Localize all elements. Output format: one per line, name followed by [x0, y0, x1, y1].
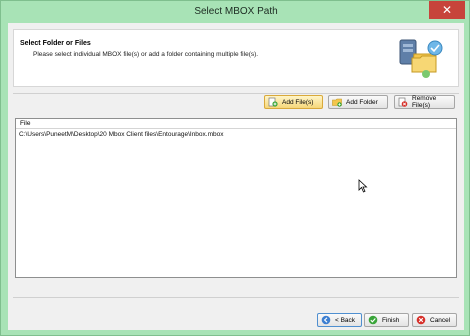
cancel-label: Cancel [430, 316, 451, 324]
back-button[interactable]: < Back [317, 313, 362, 327]
add-files-button[interactable]: Add File(s) [264, 95, 323, 109]
file-list[interactable]: File C:\Users\PuneetM\Desktop\20 Mbox Cl… [15, 118, 457, 278]
file-list-header: File [16, 119, 456, 129]
file-path: C:\Users\PuneetM\Desktop\20 Mbox Client … [19, 131, 224, 138]
column-header-file[interactable]: File [20, 120, 30, 127]
header-panel: Select Folder or Files Please select ind… [13, 29, 459, 87]
close-icon: ✕ [441, 3, 453, 17]
remove-files-button[interactable]: Remove File(s) [394, 95, 455, 109]
finish-label: Finish [382, 316, 400, 324]
add-folder-button[interactable]: Add Folder [328, 95, 388, 109]
cancel-button[interactable]: Cancel [412, 313, 457, 327]
add-file-icon [268, 97, 278, 107]
close-button[interactable]: ✕ [429, 1, 465, 19]
remove-file-icon [398, 97, 408, 107]
back-label: < Back [335, 316, 356, 324]
footer-divider [13, 297, 459, 298]
dialog-client-area: Select Folder or Files Please select ind… [8, 23, 464, 330]
header-title: Select Folder or Files [20, 40, 91, 47]
dialog-window: Select MBOX Path ✕ Select Folder or File… [0, 0, 470, 336]
add-files-label: Add File(s) [282, 98, 314, 106]
back-arrow-icon [321, 315, 331, 325]
checkmark-icon [368, 315, 378, 325]
window-title: Select MBOX Path [194, 6, 278, 17]
add-folder-icon [332, 98, 342, 107]
header-divider [13, 93, 459, 94]
remove-files-label: Remove File(s) [412, 95, 437, 109]
folder-files-icon [399, 39, 443, 78]
cancel-x-icon [416, 315, 426, 325]
title-bar[interactable]: Select MBOX Path ✕ [1, 1, 470, 23]
header-subtitle: Please select individual MBOX file(s) or… [33, 51, 259, 58]
finish-button[interactable]: Finish [364, 313, 409, 327]
add-folder-label: Add Folder [346, 98, 378, 106]
list-item[interactable]: C:\Users\PuneetM\Desktop\20 Mbox Client … [16, 130, 456, 140]
mouse-cursor-icon [358, 179, 368, 193]
